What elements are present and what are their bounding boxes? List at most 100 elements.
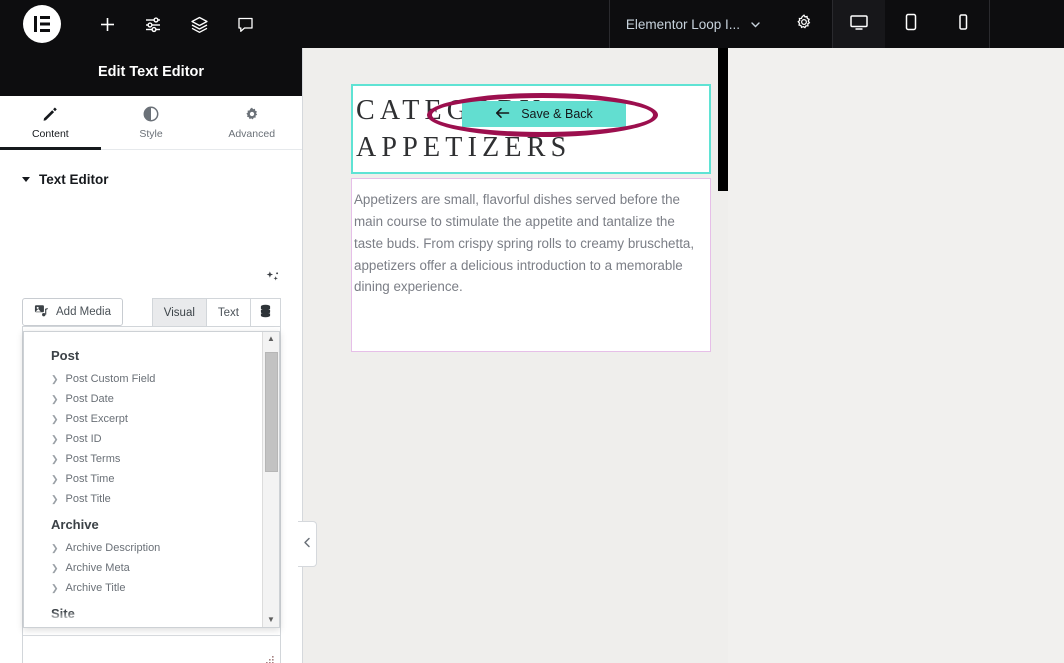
- add-element-button[interactable]: [84, 0, 130, 48]
- text-editor-statusbar: [23, 635, 280, 663]
- preview-scrollbar[interactable]: [718, 48, 728, 191]
- device-tablet-button[interactable]: [885, 0, 937, 48]
- device-mode-switcher: [833, 0, 989, 48]
- dynamic-tags-button[interactable]: [251, 298, 281, 326]
- scrollbar-track[interactable]: [265, 346, 278, 613]
- chevron-left-icon: [303, 535, 312, 553]
- list-item[interactable]: ❯ Post Title: [24, 489, 262, 509]
- list-item-label: Archive Description: [66, 542, 161, 554]
- panel-tab-bar: Content Style Advanced: [0, 96, 302, 150]
- text-editor-widget-text: Appetizers are small, flavorful dishes s…: [352, 179, 710, 298]
- elementor-logo-icon: [23, 5, 61, 43]
- preview-frame: CATEGORY: APPETIZERS Appetizers are smal…: [303, 48, 728, 663]
- list-item[interactable]: ❯ Archive Meta: [24, 558, 262, 578]
- tab-style[interactable]: Style: [101, 96, 202, 149]
- chevron-right-small-icon: ❯: [51, 435, 59, 444]
- triangle-down-icon: [22, 177, 30, 182]
- list-item[interactable]: ❯ Archive Title: [24, 578, 262, 598]
- desktop-icon: [848, 11, 870, 38]
- chevron-right-small-icon: ❯: [51, 455, 59, 464]
- pencil-icon: [42, 105, 58, 123]
- editor-mode-tabs: Visual Text: [152, 298, 281, 326]
- chevron-right-small-icon: ❯: [51, 395, 59, 404]
- chevron-down-icon: [749, 18, 762, 31]
- gear-icon: [795, 13, 813, 36]
- chevron-right-small-icon: ❯: [51, 495, 59, 504]
- list-item[interactable]: ❯ Post Terms: [24, 449, 262, 469]
- add-media-button[interactable]: Add Media: [22, 298, 123, 326]
- elementor-logo-button[interactable]: [0, 5, 84, 43]
- save-and-back-button[interactable]: Save & Back: [462, 101, 626, 127]
- section-text-editor[interactable]: Text Editor: [0, 150, 302, 187]
- list-item-label: Post ID: [66, 433, 102, 445]
- chevron-right-small-icon: ❯: [51, 475, 59, 484]
- scroll-up-arrow-icon[interactable]: ▲: [267, 335, 275, 343]
- contrast-half-circle-icon: [143, 105, 159, 123]
- resize-grip-icon[interactable]: [263, 654, 275, 663]
- list-item-label: Post Title: [66, 493, 111, 505]
- left-panel: Edit Text Editor Content: [0, 48, 303, 663]
- sparkle-ai-icon: [265, 272, 280, 289]
- tab-style-label: Style: [139, 128, 162, 140]
- group-title-post: Post: [24, 340, 262, 369]
- dropdown-scrollbar[interactable]: ▲ ▼: [262, 332, 279, 627]
- chevron-right-small-icon: ❯: [51, 375, 59, 384]
- tab-advanced[interactable]: Advanced: [201, 96, 302, 149]
- heading-widget[interactable]: CATEGORY: APPETIZERS: [351, 84, 711, 174]
- chevron-right-small-icon: ❯: [51, 584, 59, 593]
- list-item[interactable]: ❯ Post Excerpt: [24, 409, 262, 429]
- media-image-icon: [34, 303, 49, 321]
- text-editor-widget[interactable]: Appetizers are small, flavorful dishes s…: [351, 178, 711, 352]
- tablet-icon: [900, 11, 922, 38]
- list-item[interactable]: ❯ Post Date: [24, 389, 262, 409]
- tab-content[interactable]: Content: [0, 96, 101, 149]
- document-settings-button[interactable]: [776, 0, 832, 48]
- preview-canvas: CATEGORY: APPETIZERS Appetizers are smal…: [303, 48, 1064, 663]
- list-item-label: Archive Title: [66, 582, 126, 594]
- ai-sparkle-button[interactable]: [265, 270, 280, 290]
- add-media-label: Add Media: [56, 306, 111, 318]
- sliders-icon[interactable]: [130, 0, 176, 48]
- list-fade-overlay: [24, 611, 262, 627]
- panel-title: Edit Text Editor: [0, 48, 302, 96]
- tab-text[interactable]: Text: [207, 298, 251, 326]
- gear-icon: [244, 105, 260, 123]
- tab-visual[interactable]: Visual: [152, 298, 207, 326]
- mobile-icon: [952, 11, 974, 38]
- list-item[interactable]: ❯ Post Custom Field: [24, 369, 262, 389]
- tab-advanced-label: Advanced: [228, 128, 275, 140]
- list-item[interactable]: ❯ Post Time: [24, 469, 262, 489]
- scroll-down-arrow-icon[interactable]: ▼: [267, 616, 275, 624]
- list-item-label: Post Time: [66, 473, 115, 485]
- list-item-label: Post Terms: [66, 453, 121, 465]
- list-item-label: Post Custom Field: [66, 373, 156, 385]
- save-and-back-label: Save & Back: [521, 107, 593, 121]
- scrollbar-thumb[interactable]: [265, 352, 278, 472]
- device-desktop-button[interactable]: [833, 0, 885, 48]
- dynamic-tags-list: Post ❯ Post Custom Field ❯ Post Date ❯ P…: [24, 332, 262, 627]
- editor-toolbar: Add Media Visual Text: [22, 298, 281, 328]
- tab-content-label: Content: [32, 128, 69, 140]
- document-title-dropdown[interactable]: Elementor Loop I...: [610, 0, 776, 48]
- top-bar: Elementor Loop I...: [0, 0, 1064, 48]
- dynamic-tags-dropdown: Post ❯ Post Custom Field ❯ Post Date ❯ P…: [23, 331, 280, 628]
- document-title: Elementor Loop I...: [626, 17, 740, 32]
- list-item-label: Archive Meta: [66, 562, 130, 574]
- layers-icon[interactable]: [176, 0, 222, 48]
- group-title-archive: Archive: [24, 509, 262, 538]
- chevron-right-small-icon: ❯: [51, 415, 59, 424]
- chevron-right-small-icon: ❯: [51, 564, 59, 573]
- panel-collapse-handle[interactable]: [298, 521, 317, 567]
- topbar-divider-3: [989, 0, 990, 48]
- elementor-editor-window: Elementor Loop I...: [0, 0, 1064, 663]
- device-mobile-button[interactable]: [937, 0, 989, 48]
- list-item[interactable]: ❯ Post ID: [24, 429, 262, 449]
- chevron-right-small-icon: ❯: [51, 544, 59, 553]
- section-title: Text Editor: [39, 172, 109, 187]
- list-item-label: Post Date: [66, 393, 114, 405]
- canvas-outer-area: [728, 48, 1064, 663]
- comment-icon[interactable]: [222, 0, 268, 48]
- database-stack-icon: [259, 304, 272, 321]
- list-item-label: Post Excerpt: [66, 413, 128, 425]
- list-item[interactable]: ❯ Archive Description: [24, 538, 262, 558]
